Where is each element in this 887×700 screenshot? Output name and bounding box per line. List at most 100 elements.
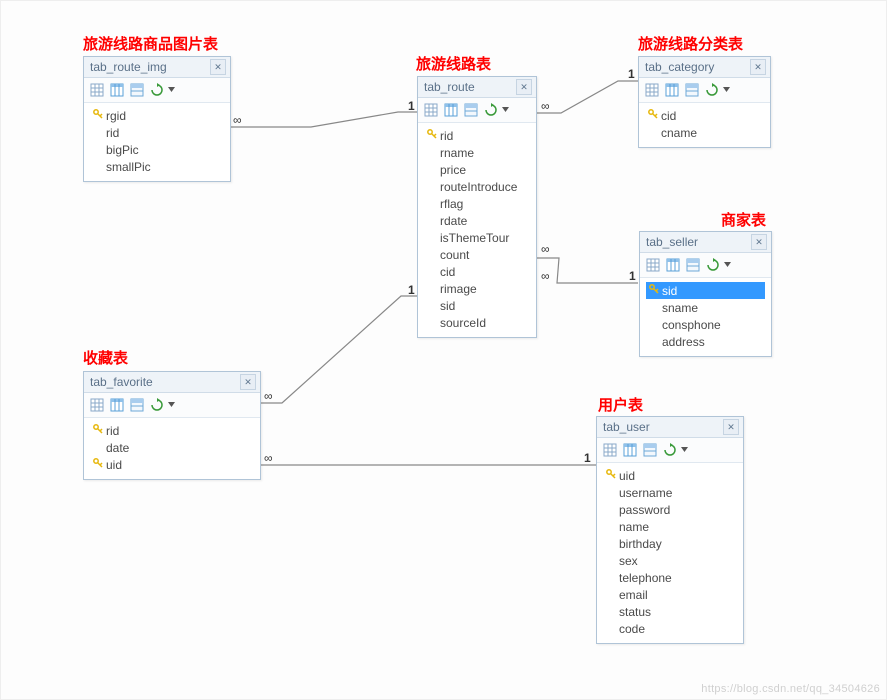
diagram-canvas: ∞ 1 ∞ 1 ∞ ∞ 1 ∞ 1 ∞ 1 旅游线路商品图片表 旅游线路表 旅游… <box>0 0 887 700</box>
close-icon[interactable]: ✕ <box>723 419 739 435</box>
field-name: consphone <box>662 318 721 332</box>
card-route-one-left: 1 <box>408 99 415 113</box>
close-icon[interactable]: ✕ <box>240 374 256 390</box>
entity-seller[interactable]: tab_seller✕sidsname consphoneaddress <box>639 231 772 357</box>
field-row[interactable]: birthday <box>603 535 737 552</box>
grid-icon[interactable] <box>422 101 440 119</box>
grid-icon[interactable] <box>601 441 619 459</box>
dropdown-arrow-icon[interactable] <box>502 101 509 117</box>
refresh-icon[interactable] <box>703 81 721 99</box>
columns-icon[interactable] <box>664 256 682 274</box>
table-icon[interactable] <box>128 81 146 99</box>
dropdown-arrow-icon[interactable] <box>168 396 175 412</box>
table-icon[interactable] <box>684 256 702 274</box>
table-icon[interactable] <box>641 441 659 459</box>
field-row[interactable]: count <box>424 246 530 263</box>
grid-icon[interactable] <box>643 81 661 99</box>
field-row[interactable]: status <box>603 603 737 620</box>
field-row[interactable]: address <box>646 333 765 350</box>
refresh-icon[interactable] <box>704 256 722 274</box>
columns-icon[interactable] <box>108 81 126 99</box>
field-name: cname <box>661 126 697 140</box>
field-row[interactable]: rid <box>424 127 530 144</box>
field-row[interactable]: price <box>424 161 530 178</box>
entity-titlebar[interactable]: tab_favorite✕ <box>84 372 260 393</box>
columns-icon[interactable] <box>108 396 126 414</box>
field-row[interactable]: isThemeTour <box>424 229 530 246</box>
refresh-icon[interactable] <box>482 101 500 119</box>
field-row[interactable]: bigPic <box>90 141 224 158</box>
refresh-icon[interactable] <box>148 396 166 414</box>
table-icon[interactable] <box>462 101 480 119</box>
field-row[interactable]: cid <box>424 263 530 280</box>
field-row[interactable]: rgid <box>90 107 224 124</box>
field-name: rimage <box>440 282 477 296</box>
entity-titlebar[interactable]: tab_category✕ <box>639 57 770 78</box>
refresh-icon[interactable] <box>148 81 166 99</box>
dropdown-arrow-icon[interactable] <box>681 441 688 457</box>
entity-titlebar[interactable]: tab_user✕ <box>597 417 743 438</box>
columns-icon[interactable] <box>663 81 681 99</box>
field-row[interactable]: name <box>603 518 737 535</box>
field-row[interactable]: rimage <box>424 280 530 297</box>
field-name: rname <box>440 146 474 160</box>
grid-icon[interactable] <box>88 396 106 414</box>
field-name: email <box>619 588 648 602</box>
table-icon[interactable] <box>128 396 146 414</box>
field-row[interactable]: sourceId <box>424 314 530 331</box>
field-row[interactable]: rdate <box>424 212 530 229</box>
field-row[interactable]: cname <box>645 124 764 141</box>
field-row[interactable]: sex <box>603 552 737 569</box>
close-icon[interactable]: ✕ <box>516 79 532 95</box>
field-row[interactable]: rid <box>90 422 254 439</box>
field-row[interactable]: cid <box>645 107 764 124</box>
field-row[interactable]: sid <box>646 282 765 299</box>
rel-routeimg-route <box>230 112 418 127</box>
entity-toolbar <box>639 78 770 103</box>
field-row[interactable]: smallPic <box>90 158 224 175</box>
field-row[interactable]: rflag <box>424 195 530 212</box>
close-icon[interactable]: ✕ <box>210 59 226 75</box>
field-row[interactable]: uid <box>603 467 737 484</box>
field-row[interactable]: routeIntroduce <box>424 178 530 195</box>
dropdown-arrow-icon[interactable] <box>724 256 731 272</box>
close-icon[interactable]: ✕ <box>750 59 766 75</box>
entity-titlebar[interactable]: tab_route✕ <box>418 77 536 98</box>
grid-icon[interactable] <box>644 256 662 274</box>
table-icon[interactable] <box>683 81 701 99</box>
field-row[interactable]: code <box>603 620 737 637</box>
field-name: sourceId <box>440 316 486 330</box>
entity-route-img[interactable]: tab_route_img✕rgidridbigPicsmallPic <box>83 56 231 182</box>
field-row[interactable]: date <box>90 439 254 456</box>
field-row[interactable]: rid <box>90 124 224 141</box>
card-route-one-fav: 1 <box>408 283 415 297</box>
field-row[interactable]: telephone <box>603 569 737 586</box>
columns-icon[interactable] <box>621 441 639 459</box>
refresh-icon[interactable] <box>661 441 679 459</box>
entity-category[interactable]: tab_category✕cid cname <box>638 56 771 148</box>
entity-route[interactable]: tab_route✕rid rnamepricerouteIntroducerfl… <box>417 76 537 338</box>
field-row[interactable]: username <box>603 484 737 501</box>
entity-titlebar[interactable]: tab_route_img✕ <box>84 57 230 78</box>
field-row[interactable]: consphone <box>646 316 765 333</box>
field-row[interactable]: email <box>603 586 737 603</box>
field-row[interactable]: rname <box>424 144 530 161</box>
field-name: password <box>619 503 670 517</box>
field-row[interactable]: sid <box>424 297 530 314</box>
entity-user[interactable]: tab_user✕uidusername passwordnamebirthday… <box>596 416 744 644</box>
dropdown-arrow-icon[interactable] <box>168 81 175 97</box>
close-icon[interactable]: ✕ <box>751 234 767 250</box>
entity-titlebar[interactable]: tab_seller✕ <box>640 232 771 253</box>
caption-category: 旅游线路分类表 <box>638 33 743 54</box>
grid-icon[interactable] <box>88 81 106 99</box>
entity-favorite[interactable]: tab_favorite✕riddateuid <box>83 371 261 480</box>
field-row[interactable]: password <box>603 501 737 518</box>
entity-fields: rgidridbigPicsmallPic <box>84 103 230 181</box>
field-row[interactable]: sname <box>646 299 765 316</box>
dropdown-arrow-icon[interactable] <box>723 81 730 97</box>
field-row[interactable]: uid <box>90 456 254 473</box>
rel-route-seller <box>537 258 638 283</box>
entity-toolbar <box>597 438 743 463</box>
card-favorite-many-route: ∞ <box>264 389 273 403</box>
columns-icon[interactable] <box>442 101 460 119</box>
